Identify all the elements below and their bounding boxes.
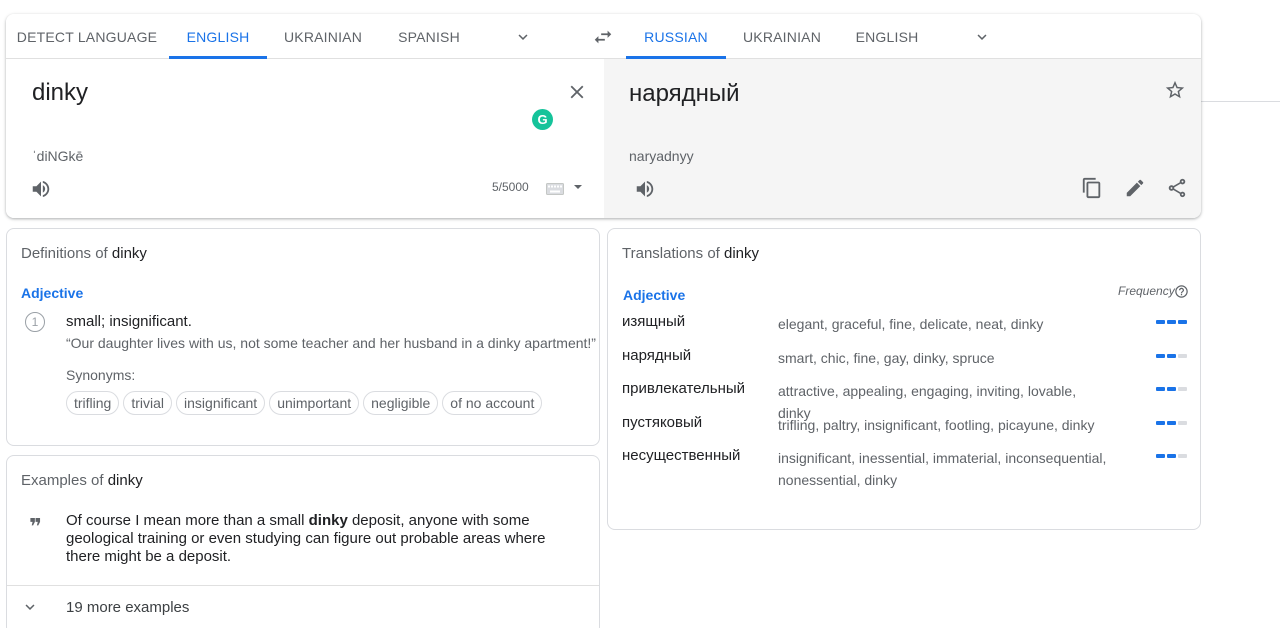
reverse-translations[interactable]: insignificant, inessential, immaterial, … [778,447,1108,491]
frequency-segment [1156,454,1165,458]
more-examples-label: 19 more examples [66,599,190,616]
tab-source-ukrainian[interactable]: Ukrainian [278,14,368,58]
target-transliteration: naryadnyy [629,148,694,164]
tab-source-english[interactable]: English [169,14,267,59]
tab-target-russian[interactable]: Russian [626,14,726,59]
translations-title: Translations of dinky [622,245,760,262]
translation-word[interactable]: привлекательный [622,380,745,397]
synonym-chip[interactable]: unimportant [269,391,360,415]
frequency-bar [1156,454,1187,458]
target-more-languages-chevron-down-icon[interactable] [973,28,991,46]
tab-source-detect-language[interactable]: Detect language [14,14,160,58]
frequency-segment [1178,387,1187,391]
source-text-input[interactable]: dinky [32,79,88,107]
frequency-segment [1167,454,1176,458]
synonym-chip[interactable]: trivial [123,391,173,415]
synonym-chip[interactable]: insignificant [176,391,266,415]
examples-title: Examples of dinky [21,472,143,489]
frequency-segment [1167,421,1176,425]
frequency-bar [1156,421,1187,425]
reverse-translations[interactable]: smart, chic, fine, gay, dinky, spruce [778,347,1108,369]
source-more-languages-chevron-down-icon[interactable] [514,28,532,46]
tab-target-ukrainian[interactable]: Ukrainian [737,14,827,58]
frequency-segment [1156,387,1165,391]
frequency-segment [1167,354,1176,358]
help-icon[interactable] [1174,284,1189,299]
synonyms-label: Synonyms: [66,367,136,383]
frequency-segment [1167,320,1176,324]
listen-source-speaker-icon[interactable] [30,178,52,200]
examples-card: Examples of dinky ❞ Of course I mean mor… [6,455,600,628]
reverse-translations[interactable]: trifling, paltry, insignificant, footlin… [778,414,1108,436]
translations-card: Translations of dinky Adjective Frequenc… [607,228,1201,530]
swap-icon[interactable] [592,26,614,48]
definition-text: small; insignificant. [66,313,192,330]
frequency-bar [1156,387,1187,391]
frequency-segment [1167,387,1176,391]
target-pane: нарядный naryadnyy [604,59,1201,218]
definitions-title: Definitions of dinky [21,245,147,262]
reverse-translations[interactable]: elegant, graceful, fine, delicate, neat,… [778,313,1108,335]
synonym-chip[interactable]: trifling [66,391,120,415]
frequency-segment [1178,320,1187,324]
translate-card: Detect language English Ukrainian Spanis… [6,14,1201,218]
source-transliteration: ˈdiNGkē [32,148,84,164]
keyboard-options-chevron-down-icon[interactable] [573,182,583,192]
definitions-pos-label: Adjective [21,285,84,301]
source-pane: dinky G ˈdiNGkē 5/5000 [6,59,604,218]
translations-pos-label: Adjective [623,287,686,303]
frequency-bar [1156,354,1187,358]
frequency-segment [1178,454,1187,458]
frequency-segment [1156,320,1165,324]
more-examples-button[interactable]: 19 more examples [7,586,599,628]
definitions-card: Definitions of dinky Adjective 1 small; … [6,228,600,446]
chevron-down-icon [25,604,35,610]
quote-icon: ❞ [29,514,42,539]
page-divider [1200,101,1280,102]
example-sentence: Of course I mean more than a small dinky… [66,512,546,565]
translation-word[interactable]: нарядный [622,347,691,364]
clear-source-close-icon[interactable] [566,81,588,103]
translation-word[interactable]: пустяковый [622,414,702,431]
language-bar: Detect language English Ukrainian Spanis… [6,14,1201,59]
copy-icon[interactable] [1081,177,1103,199]
translation-word[interactable]: изящный [622,313,685,330]
tab-source-spanish[interactable]: Spanish [392,14,466,58]
keyboard-icon[interactable] [546,183,564,195]
synonym-chip[interactable]: of no account [442,391,543,415]
frequency-segment [1178,354,1187,358]
character-count: 5/5000 [492,180,529,194]
synonym-chips: trifling trivial insignificant unimporta… [66,391,543,415]
frequency-label: Frequency [1118,284,1175,298]
listen-translation-speaker-icon[interactable] [634,178,656,200]
translation-word[interactable]: несущественный [622,447,740,464]
frequency-segment [1178,421,1187,425]
save-translation-star-icon[interactable] [1164,79,1186,101]
definition-example: “Our daughter lives with us, not some te… [66,335,596,351]
translation-output: нарядный [629,80,740,107]
tab-target-english[interactable]: English [852,14,922,58]
definition-number: 1 [25,312,45,332]
synonym-chip[interactable]: negligible [363,391,439,415]
frequency-segment [1156,354,1165,358]
frequency-segment [1156,421,1165,425]
share-icon[interactable] [1166,177,1188,199]
grammarly-icon[interactable]: G [532,109,553,130]
edit-icon[interactable] [1124,177,1146,199]
frequency-bar [1156,320,1187,324]
